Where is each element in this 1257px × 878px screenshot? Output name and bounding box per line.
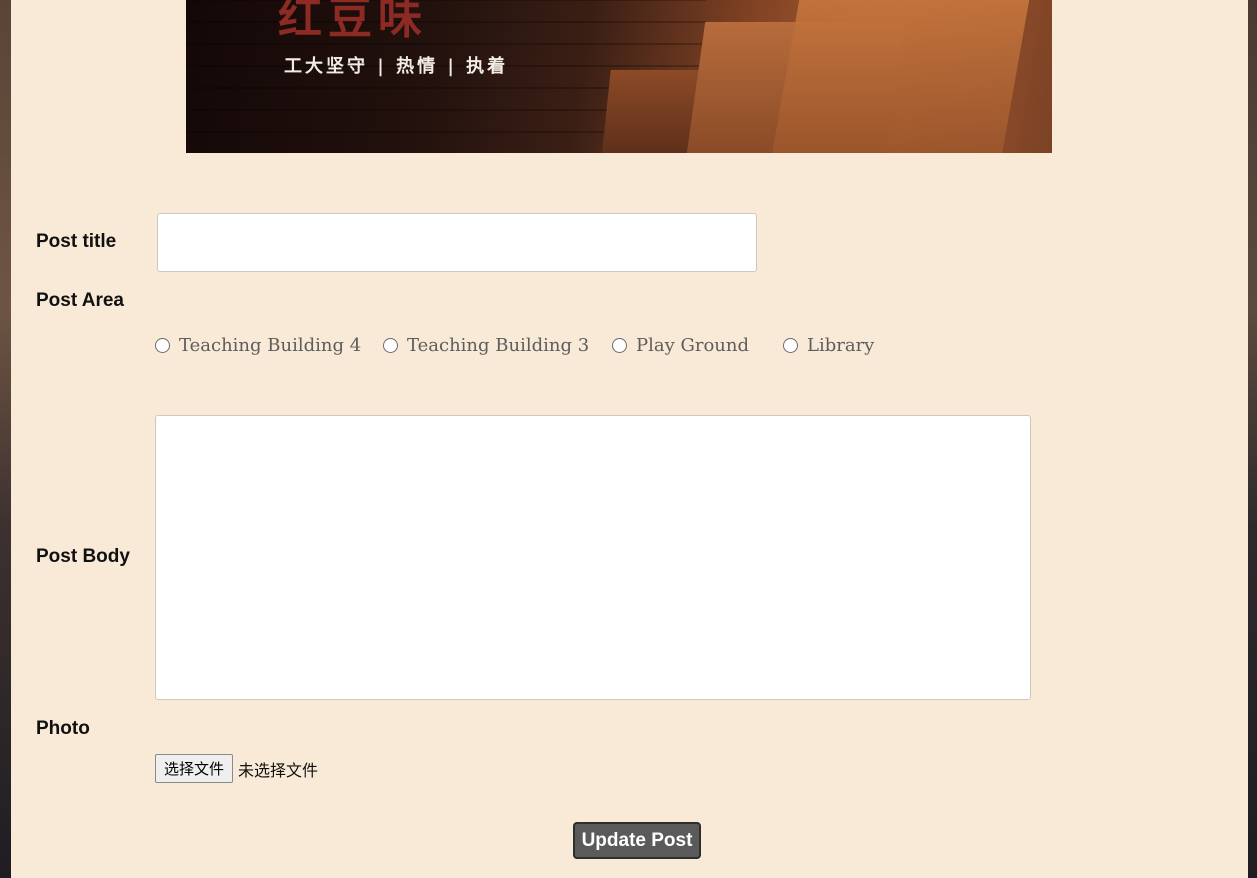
post-title-input[interactable]: [157, 213, 757, 272]
banner-step: [771, 0, 1031, 153]
radio-option-teaching-building-4[interactable]: Teaching Building 4: [155, 333, 361, 357]
radio-label: Teaching Building 4: [179, 334, 362, 356]
banner-subtitle: 工大坚守 | 热情 | 执着: [284, 56, 509, 77]
radio-button[interactable]: [383, 337, 398, 353]
radio-option-library[interactable]: Library: [783, 333, 874, 357]
radio-option-teaching-building-3[interactable]: Teaching Building 3: [383, 333, 589, 357]
background-left-edge: [0, 0, 11, 878]
banner-image: 红豆味 工大坚守 | 热情 | 执着: [186, 0, 1052, 153]
radio-label: Play Ground: [636, 334, 750, 356]
form-panel: 红豆味 工大坚守 | 热情 | 执着 Post title Post Area …: [11, 0, 1248, 878]
radio-option-play-ground[interactable]: Play Ground: [612, 333, 749, 357]
photo-label: Photo: [36, 718, 90, 739]
radio-button[interactable]: [155, 337, 170, 353]
post-body-label: Post Body: [36, 546, 130, 567]
post-body-textarea[interactable]: [155, 415, 1031, 700]
choose-file-button[interactable]: 选择文件: [155, 754, 234, 783]
banner-title: 红豆味: [278, 0, 428, 44]
radio-label: Teaching Building 3: [407, 334, 590, 356]
file-status-text: 未选择文件: [238, 760, 319, 780]
radio-label: Library: [807, 334, 875, 356]
radio-button[interactable]: [612, 337, 627, 353]
radio-button[interactable]: [783, 337, 798, 353]
update-post-button[interactable]: Update Post: [573, 822, 701, 859]
post-title-label: Post title: [36, 231, 117, 252]
post-area-label: Post Area: [36, 290, 124, 311]
photo-file-input[interactable]: 选择文件 未选择文件: [155, 754, 318, 783]
background-right-edge: [1248, 0, 1257, 878]
